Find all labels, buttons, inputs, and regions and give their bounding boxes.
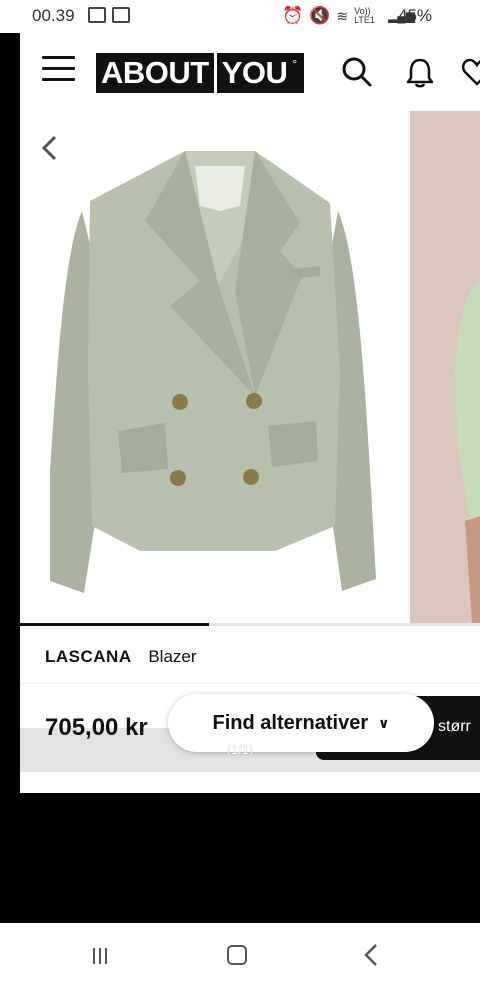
- recents-icon[interactable]: [93, 948, 111, 964]
- model-illustration: [455, 281, 480, 623]
- logo-word-about: ABOUT: [101, 55, 209, 90]
- find-alternatives-button[interactable]: Find alternativer ∨: [168, 694, 434, 752]
- logo-word-you: YOU: [221, 55, 288, 90]
- battery-level: 45%: [398, 6, 433, 25]
- network-label: Vo)) LTE1: [354, 6, 375, 25]
- wifi-icon: ≋: [336, 7, 349, 24]
- price-bar: 705,00 kr størr Find alternativer ∨ (1/1…: [20, 684, 480, 793]
- app-header: ABOUT YOU °: [20, 33, 480, 111]
- product-title: LASCANA Blazer: [45, 647, 197, 667]
- chevron-down-icon: ∨: [378, 714, 390, 731]
- back-icon[interactable]: [362, 943, 380, 967]
- find-alternatives-label: Find alternativer: [212, 711, 369, 734]
- product-brand[interactable]: LASCANA: [45, 647, 132, 666]
- image-counter: (1/1): [226, 742, 254, 757]
- blazer-illustration: [50, 151, 376, 593]
- hamburger-icon[interactable]: [42, 56, 75, 82]
- heart-icon[interactable]: [460, 55, 480, 89]
- product-image-next[interactable]: [410, 111, 480, 623]
- system-nav-bar: [0, 923, 480, 987]
- alarm-icon: ⏰: [282, 6, 304, 25]
- product-image[interactable]: [20, 111, 408, 623]
- gallery-progress: [20, 623, 480, 626]
- status-right-icons: ⏰ 🔇 ≋ Vo)) LTE1 ▂▄▆: [282, 6, 415, 26]
- product-price: 705,00 kr: [45, 714, 148, 741]
- status-bar: 00.39 ⏰ 🔇 ≋ Vo)) LTE1 ▂▄▆ 45%: [0, 0, 480, 33]
- search-icon[interactable]: [340, 55, 374, 89]
- logo-mark: °: [292, 57, 298, 71]
- status-left-icons: [88, 7, 130, 23]
- cast-icon: [88, 7, 106, 23]
- mute-icon: 🔇: [309, 6, 331, 25]
- about-you-logo[interactable]: ABOUT YOU °: [96, 53, 304, 93]
- home-icon[interactable]: [227, 945, 247, 965]
- product-name: Blazer: [148, 647, 197, 666]
- chevron-left-icon[interactable]: [38, 133, 62, 163]
- size-button-label: størr: [438, 718, 471, 735]
- bell-icon[interactable]: [403, 55, 437, 89]
- app-screen: ABOUT YOU ° LASCANA Blazer 705,00 kr stø…: [20, 33, 480, 793]
- product-gallery[interactable]: [20, 111, 480, 623]
- status-time: 00.39: [32, 6, 75, 25]
- cast-icon: [112, 7, 130, 23]
